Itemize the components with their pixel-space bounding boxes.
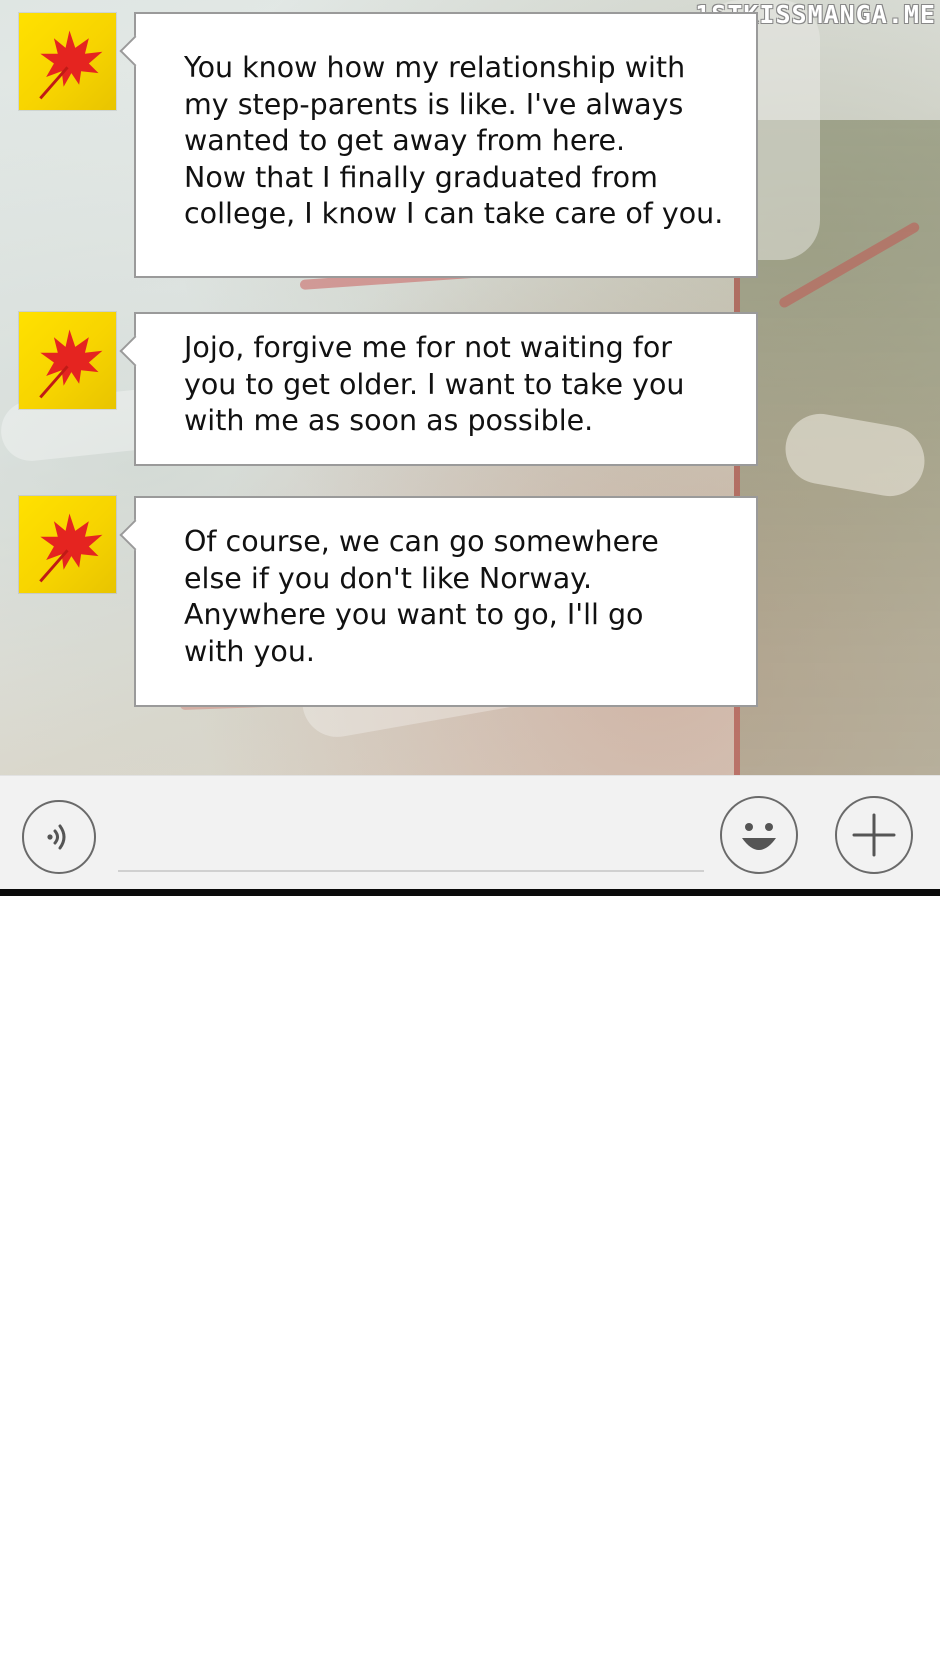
message-bubble[interactable]: Jojo, forgive me for not waiting for you… <box>119 312 758 466</box>
maple-leaf-icon <box>39 30 103 100</box>
message-bubble[interactable]: You know how my relationship with my ste… <box>119 12 758 278</box>
sender-avatar[interactable] <box>19 312 116 409</box>
message-input[interactable] <box>118 828 704 872</box>
message-text: Jojo, forgive me for not waiting for you… <box>184 331 685 437</box>
chat-message-area[interactable]: 1STKISSMANGA.ME You know how my relation… <box>0 0 940 775</box>
sender-avatar[interactable] <box>19 496 116 593</box>
smiley-icon <box>742 823 776 850</box>
chat-screen: 1STKISSMANGA.ME You know how my relation… <box>0 0 940 1667</box>
maple-leaf-icon <box>39 329 103 399</box>
emoji-button[interactable] <box>720 796 798 874</box>
message-text: Of course, we can go somewhere else if y… <box>184 525 659 668</box>
bubble-tail <box>119 519 151 551</box>
voice-icon <box>47 824 66 850</box>
blank-area <box>0 896 940 1667</box>
plus-icon <box>852 813 896 857</box>
bubble-tail <box>119 35 151 67</box>
add-button[interactable] <box>835 796 913 874</box>
sender-avatar[interactable] <box>19 13 116 110</box>
bubble-tail <box>119 335 151 367</box>
message-bubble[interactable]: Of course, we can go somewhere else if y… <box>119 496 758 707</box>
maple-leaf-icon <box>39 513 103 583</box>
voice-button[interactable] <box>22 800 96 874</box>
message-text: You know how my relationship with my ste… <box>184 51 724 230</box>
bottom-divider <box>0 889 940 896</box>
